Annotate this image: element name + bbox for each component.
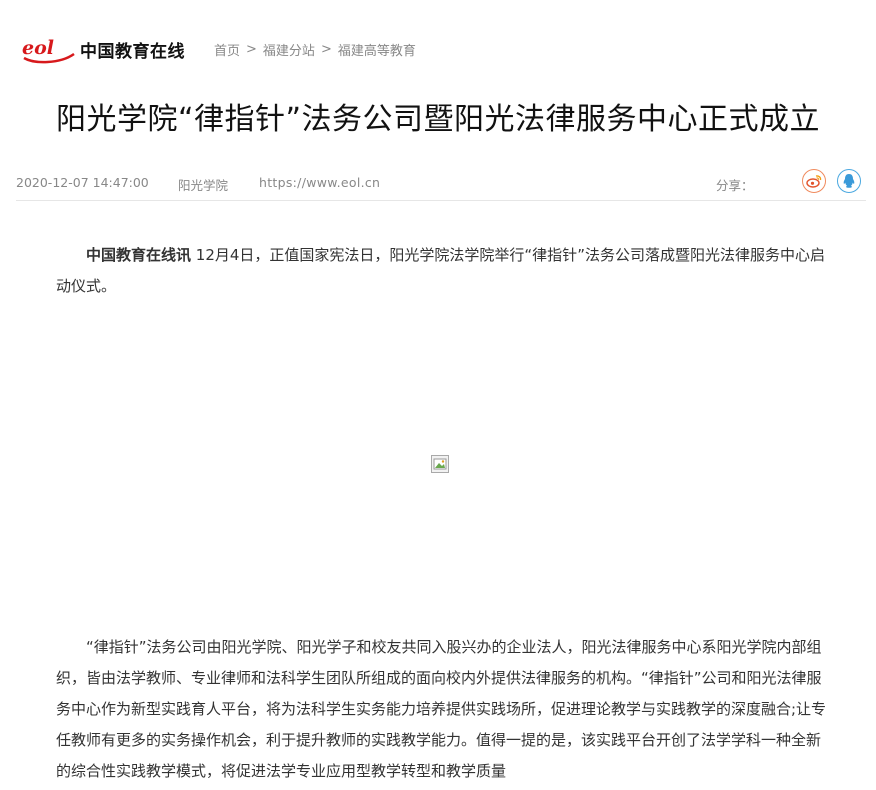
site-logo[interactable]: eol 中国教育在线	[20, 33, 185, 65]
qq-icon	[843, 174, 855, 188]
publish-date: 2020-12-07 14:47:00	[16, 175, 149, 190]
article-body-continued: “律指针”法务公司由阳光学院、阳光学子和校友共同入股兴办的企业法人，阳光法律服务…	[56, 632, 830, 787]
lead-source: 中国教育在线讯	[86, 246, 192, 264]
share-qq-button[interactable]	[837, 169, 861, 193]
breadcrumb: 首页 > 福建分站 > 福建高等教育	[214, 40, 416, 59]
breadcrumb-separator: >	[320, 42, 332, 57]
article-paragraph: “律指针”法务公司由阳光学院、阳光学子和校友共同入股兴办的企业法人，阳光法律服务…	[56, 638, 827, 780]
broken-image-icon	[431, 455, 449, 473]
article-page: eol 中国教育在线 首页 > 福建分站 > 福建高等教育 阳光学院“律指针”法…	[0, 0, 876, 790]
article-paragraph: 中国教育在线讯 12月4日，正值国家宪法日，阳光学院法学院举行“律指针”法务公司…	[56, 240, 830, 302]
breadcrumb-section[interactable]: 福建高等教育	[338, 40, 416, 59]
source-url: https://www.eol.cn	[259, 175, 381, 190]
breadcrumb-branch[interactable]: 福建分站	[263, 40, 315, 59]
article-meta: 2020-12-07 14:47:00 阳光学院 https://www.eol…	[16, 168, 866, 201]
svg-text:eol: eol	[22, 37, 54, 59]
article-body: 中国教育在线讯 12月4日，正值国家宪法日，阳光学院法学院举行“律指针”法务公司…	[56, 240, 830, 302]
eol-logo-icon: eol	[22, 37, 75, 64]
article-source: 阳光学院	[178, 178, 229, 193]
breadcrumb-separator: >	[246, 42, 257, 57]
breadcrumb-home[interactable]: 首页	[214, 40, 240, 59]
site-name: 中国教育在线	[80, 41, 185, 62]
share-label: 分享：	[716, 178, 754, 193]
article-title: 阳光学院“律指针”法务公司暨阳光法律服务中心正式成立	[55, 102, 821, 137]
share-weibo-button[interactable]	[802, 169, 826, 193]
site-header: eol 中国教育在线 首页 > 福建分站 > 福建高等教育	[0, 0, 876, 92]
image-placeholder-icon	[433, 458, 447, 470]
weibo-icon	[806, 175, 822, 188]
